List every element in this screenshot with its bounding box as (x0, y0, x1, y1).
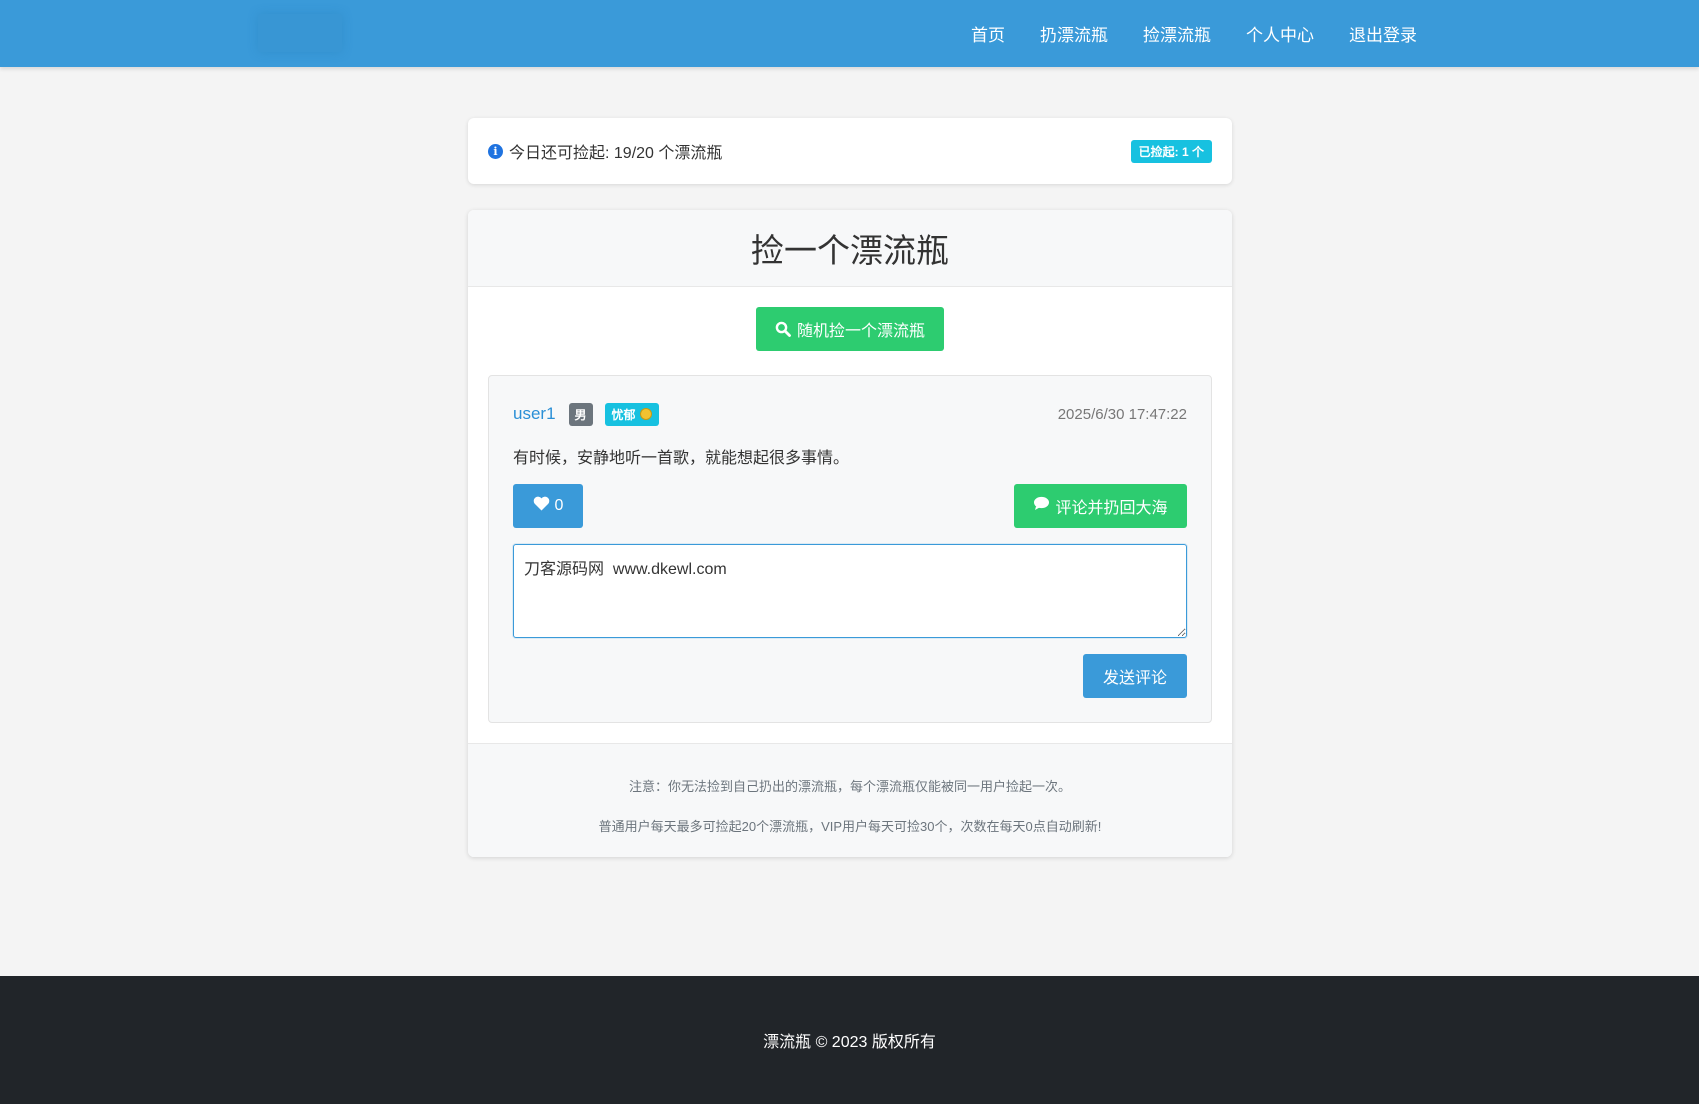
page-title: 捡一个漂流瓶 (751, 232, 949, 269)
sad-face-icon (639, 408, 652, 420)
comment-throw-back-button[interactable]: 评论并扔回大海 (1014, 484, 1187, 528)
random-pick-label: 随机捡一个漂流瓶 (796, 323, 925, 340)
card-header: 捡一个漂流瓶 (468, 210, 1232, 287)
info-circle-icon: i (488, 143, 503, 159)
bottle-author-link[interactable]: user1 (513, 404, 556, 424)
send-comment-button[interactable]: 发送评论 (1083, 654, 1187, 698)
site-footer: 漂流瓶 © 2023 版权所有 (0, 976, 1699, 1104)
nav-item-profile[interactable]: 个人中心 (1246, 21, 1314, 46)
mood-badge: 忧郁 (604, 402, 659, 426)
card-footer-notes: 注意：你无法捡到自己扔出的漂流瓶，每个漂流瓶仅能被同一用户捡起一次。 普通用户每… (468, 743, 1232, 857)
nav-menu: 首页 扔漂流瓶 捡漂流瓶 个人中心 退出登录 (971, 0, 1417, 67)
search-icon (775, 321, 791, 337)
quota-text: 今日还可捡起: 19/20 个漂流瓶 (509, 145, 723, 162)
note-daily-limit: 普通用户每天最多可捡起20个漂流瓶，VIP用户每天可捡30个，次数在每天0点自动… (598, 819, 1102, 834)
nav-item-logout[interactable]: 退出登录 (1349, 21, 1417, 46)
heart-icon (533, 496, 550, 516)
bottle-header: user1 男 忧郁 2025/6/30 17:47:22 (513, 402, 1187, 426)
nav-item-throw-bottle[interactable]: 扔漂流瓶 (1040, 21, 1108, 46)
copyright-text: 漂流瓶 © 2023 版权所有 (763, 1034, 936, 1051)
navbar: 首页 扔漂流瓶 捡漂流瓶 个人中心 退出登录 (0, 0, 1699, 67)
nav-item-pick-bottle[interactable]: 捡漂流瓶 (1143, 21, 1211, 46)
bottle-timestamp: 2025/6/30 17:47:22 (1057, 405, 1187, 423)
bottle-card: user1 男 忧郁 2025/6/30 17:47:22 有时候，安静地听一首… (488, 375, 1212, 723)
note-pick-rule: 注意：你无法捡到自己扔出的漂流瓶，每个漂流瓶仅能被同一用户捡起一次。 (628, 779, 1071, 794)
comment-textarea[interactable]: 刀客源码网 www.dkewl.com (513, 544, 1187, 638)
mood-label: 忧郁 (611, 407, 636, 422)
comment-throw-back-label: 评论并扔回大海 (1055, 500, 1168, 517)
like-count: 0 (554, 497, 564, 514)
gender-badge: 男 (568, 402, 593, 426)
quota-info: i 今日还可捡起: 19/20 个漂流瓶 (488, 139, 722, 163)
picked-count-badge: 已捡起: 1 个 (1130, 139, 1212, 163)
like-button[interactable]: 0 (513, 484, 583, 528)
pick-bottle-card: 捡一个漂流瓶 随机捡一个漂流瓶 user1 男 忧郁 2025/6/30 17:… (468, 210, 1232, 857)
brand-logo[interactable] (258, 14, 342, 52)
comment-icon (1033, 496, 1050, 516)
daily-quota-bar: i 今日还可捡起: 19/20 个漂流瓶 已捡起: 1 个 (468, 118, 1232, 184)
random-pick-button[interactable]: 随机捡一个漂流瓶 (756, 307, 944, 351)
bottle-message: 有时候，安静地听一首歌，就能想起很多事情。 (513, 450, 850, 467)
nav-item-home[interactable]: 首页 (971, 21, 1005, 46)
